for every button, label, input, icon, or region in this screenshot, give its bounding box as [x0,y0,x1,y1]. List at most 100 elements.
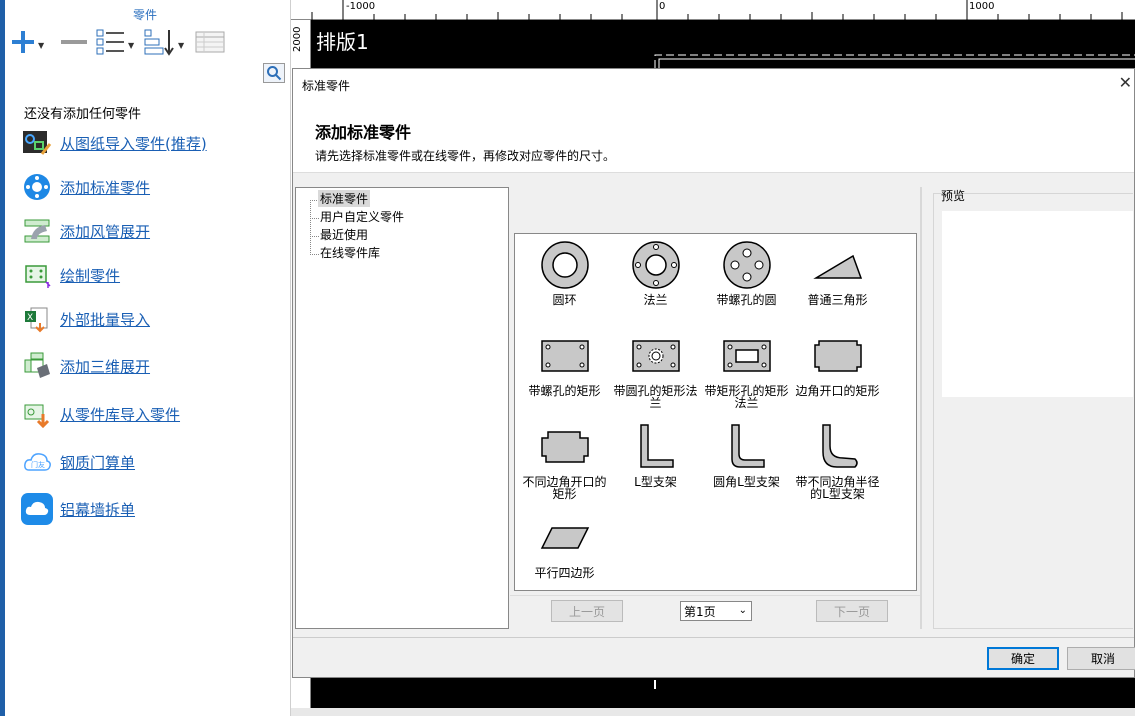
ruler-label: 0 [659,1,666,12]
empty-parts-message: 还没有添加任何零件 [24,107,142,122]
part-ring[interactable]: 圆环 [519,236,610,324]
add-3d-unfold-label[interactable]: 添加三维展开 [60,356,150,377]
import-from-library-link[interactable]: 从零件库导入零件 [21,398,180,430]
sort-icon [144,29,174,56]
part-label: 带螺孔的圆 [716,293,777,307]
cancel-button[interactable]: 取消 [1067,647,1135,670]
part-label: 边角开口的矩形 [795,384,880,398]
triangle-icon [812,254,862,279]
status-strip [291,708,1135,716]
tree-item-online[interactable]: 在线零件库 [320,244,380,261]
search-button[interactable] [263,63,285,83]
sort-button[interactable]: ▼ [144,27,184,57]
search-icon [267,66,282,81]
flange-icon [631,241,680,289]
steel-door-link[interactable]: 门友 钢质门算单 [21,446,135,478]
list-view-button[interactable]: ▼ [96,27,134,57]
add-3d-unfold-link[interactable]: 添加三维展开 [21,350,150,382]
external-batch-import-label[interactable]: 外部批量导入 [60,309,150,330]
draw-part-label[interactable]: 绘制零件 [60,265,120,286]
part-rect-corner-notch[interactable]: 边角开口的矩形 [792,327,883,415]
parts-toolbar [510,187,920,229]
l-bracket-icon [639,424,674,468]
tree-item-custom[interactable]: 用户自定义零件 [320,208,404,225]
part-rounded-l-bracket[interactable]: 圆角L型支架 [701,418,792,506]
canvas-marker [654,680,656,689]
rect-flange-rect-hole-icon [722,340,771,372]
ruler-label: -1000 [346,1,376,12]
ruler-ticks [311,0,1123,20]
parallelogram-icon [540,527,589,549]
part-parallelogram[interactable]: 平行四边形 [519,509,610,597]
ruler-label: 2000 [292,26,303,52]
part-label: 普通三角形 [807,293,868,307]
page-select[interactable]: 第1页 ⌄ [680,601,752,621]
import-from-drawing-link[interactable]: 从图纸导入零件(推荐) [21,127,207,159]
panel-accent-stripe [0,0,5,716]
add-duct-unfold-link[interactable]: 添加风管展开 [21,215,150,247]
table-view-button[interactable] [195,27,225,57]
add-duct-unfold-label[interactable]: 添加风管展开 [60,221,150,242]
part-label-line: 矩形 [552,487,577,501]
panel-divider [920,187,922,629]
tree-item-recent[interactable]: 最近使用 [320,226,368,243]
part-label-line: 法兰 [734,396,759,410]
parts-panel: 零件 ▼ ▼ ▼ 还没有添加任何零件 从图纸导入零件(推荐) 添加标准零件 添加… [0,0,291,716]
import-from-drawing-label[interactable]: 从图纸导入零件(推荐) [60,133,207,154]
import-from-library-label[interactable]: 从零件库导入零件 [60,404,180,425]
tree-item-standard[interactable]: 标准零件 [318,190,371,207]
aluminum-curtain-label[interactable]: 铝幕墙拆单 [60,499,135,520]
ok-button[interactable]: 确定 [987,647,1059,670]
aluminum-curtain-link[interactable]: 铝幕墙拆单 [21,493,135,525]
part-rect-flange-rect-hole[interactable]: 带矩形孔的矩形 法兰 [701,327,792,415]
part-label: 带螺孔的矩形 [528,384,601,398]
part-triangle[interactable]: 普通三角形 [792,236,883,324]
parts-grid: 圆环 法兰 带螺孔的圆 普通三角形 带螺孔的矩形 带圆孔的矩形法兰 带矩形孔的矩… [514,233,917,591]
preview-area [942,211,1133,397]
prev-page-button[interactable]: 上一页 [551,600,623,622]
part-l-bracket-different-radii[interactable]: 带不同边角半径 的L型支架 [792,418,883,506]
rounded-l-bracket-icon [730,424,765,468]
standard-part-icon [21,171,53,203]
add-standard-part-link[interactable]: 添加标准零件 [21,171,150,203]
steel-door-icon: 门友 [21,446,53,478]
tree-guide [310,200,311,255]
preview-label: 预览 [941,189,966,203]
external-batch-import-link[interactable]: X 外部批量导入 [21,303,150,335]
remove-part-button[interactable] [60,27,88,57]
part-label: 法兰 [643,293,668,307]
draw-part-icon [21,259,53,291]
top-ruler: -1000 0 1000 [291,0,1135,20]
part-rect-bolt-holes[interactable]: 带螺孔的矩形 [519,327,610,415]
draw-part-link[interactable]: 绘制零件 [21,259,120,291]
rect-flange-round-hole-icon [631,340,680,372]
rect-different-notches-icon [540,431,589,463]
part-rect-different-notches[interactable]: 不同边角开口的 矩形 [519,418,610,506]
part-label-line: 的L型支架 [810,487,865,501]
plus-icon [12,31,34,53]
part-circle-bolt-holes[interactable]: 带螺孔的圆 [701,236,792,324]
sheet-title: 排版1 [316,30,369,54]
tree-guide [310,254,319,255]
part-label: 圆角L型支架 [713,475,780,489]
next-page-button[interactable]: 下一页 [816,600,888,622]
part-flange[interactable]: 法兰 [610,236,701,324]
part-rect-flange-round-hole[interactable]: 带圆孔的矩形法兰 [610,327,701,415]
add-part-button[interactable]: ▼ [10,27,44,57]
dialog-header: 添加标准零件 请先选择标准零件或在线零件，再修改对应零件的尺寸。 [293,99,1134,173]
tree-guide [310,236,319,237]
3d-unfold-icon [21,350,53,382]
list-icon [96,29,124,55]
steel-door-label[interactable]: 钢质门算单 [60,452,135,473]
panel-title: 零件 [133,8,158,22]
import-drawing-icon [21,127,53,159]
part-l-bracket[interactable]: L型支架 [610,418,701,506]
add-standard-part-label[interactable]: 添加标准零件 [60,177,150,198]
excel-import-icon: X [21,303,53,335]
l-bracket-radii-icon [821,424,858,468]
dialog-instructions: 请先选择标准零件或在线零件，再修改对应零件的尺寸。 [315,149,616,163]
part-label: 不同边角开口的 矩形 [519,476,610,500]
close-icon[interactable]: ✕ [1119,73,1132,92]
chevron-down-icon: ▼ [38,40,45,50]
sheet-boundary [654,54,1135,68]
